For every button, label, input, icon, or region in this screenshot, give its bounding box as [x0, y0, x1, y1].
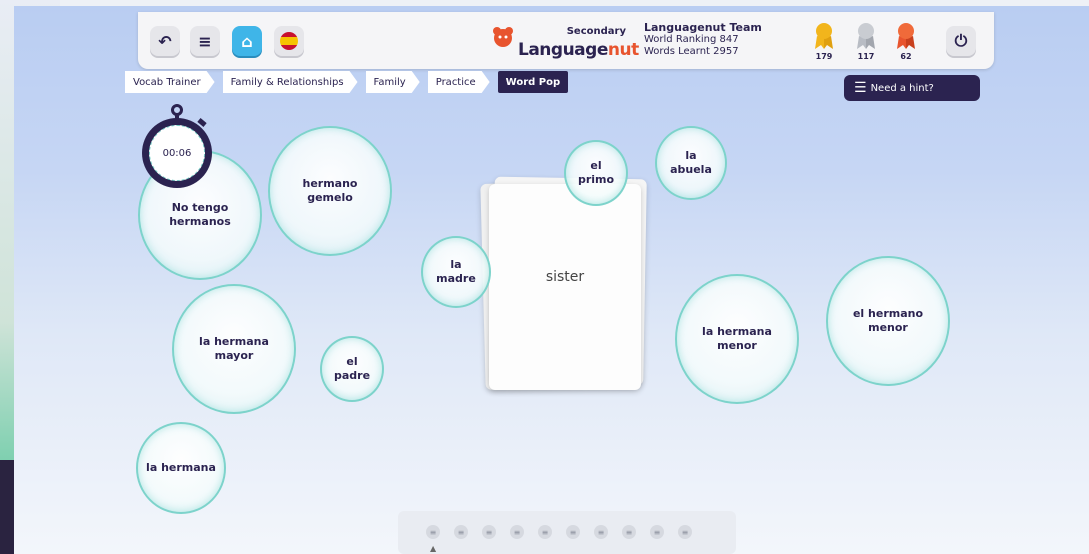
bronze-medal-count: 62 [900, 52, 912, 61]
breadcrumb-family[interactable]: Family [366, 71, 420, 93]
breadcrumb-vocab-trainer[interactable]: Vocab Trainer [125, 71, 215, 93]
undo-button[interactable]: ↶ [150, 26, 180, 56]
breadcrumb-practice[interactable]: Practice [428, 71, 490, 93]
word-bubble[interactable]: el primo [564, 140, 628, 206]
progress-dot: ≡ [650, 525, 664, 539]
power-button[interactable]: ⏻ [946, 26, 976, 56]
word-bubble[interactable]: hermano gemelo [268, 126, 392, 256]
progress-dot: ≡ [510, 525, 524, 539]
word-bubble[interactable]: la madre [421, 236, 491, 308]
breadcrumb-word-pop: Word Pop [497, 71, 569, 93]
top-bar: ↶ ≡ ⌂ Secondary Languagenut Languagenut … [138, 12, 994, 69]
bubble-label: la hermana [146, 461, 216, 474]
language-button[interactable] [274, 26, 304, 56]
bubble-label: el primo [577, 159, 615, 186]
silver-medal-count: 117 [857, 52, 875, 61]
word-bubble[interactable]: la hermana mayor [172, 284, 296, 414]
dog-mascot-icon [493, 27, 513, 47]
word-bubble[interactable]: la hermana menor [675, 274, 799, 404]
bronze-medal: 62 [890, 22, 922, 61]
bubble-label: la hermana mayor [199, 335, 269, 362]
current-marker-icon: ▲ [430, 544, 437, 553]
silver-medal: 117 [850, 22, 882, 61]
bubble-label: No tengo hermanos [169, 201, 231, 228]
progress-dot: ≡ [538, 525, 552, 539]
timer-value: 00:06 [162, 147, 192, 159]
menu-button[interactable]: ≡ [190, 26, 220, 56]
bubble-label: la hermana menor [702, 325, 772, 352]
progress-dot: ≡ [594, 525, 608, 539]
brand-subtitle: Secondary [566, 26, 626, 37]
gold-medal: 179 [808, 22, 840, 61]
silver-medal-icon [857, 23, 875, 49]
progress-dock: ≡ ≡ ≡ ≡ ≡ ≡ ≡ ≡ ≡ ≡ ▲ [398, 511, 736, 554]
timer-display: 00:06 [149, 125, 205, 181]
progress-dot: ≡ [678, 525, 692, 539]
brand-name: Languagenut [518, 40, 639, 60]
bubble-label: el hermano menor [852, 307, 924, 334]
progress-dot: ≡ [622, 525, 636, 539]
bubble-label: la madre [436, 258, 476, 285]
bronze-medal-icon [897, 23, 915, 49]
undo-icon: ↶ [158, 31, 172, 51]
progress-dot: ≡ [426, 525, 440, 539]
brand-logo: Secondary Languagenut [490, 20, 639, 60]
world-ranking: World Ranking 847 [644, 34, 739, 45]
breadcrumb: Vocab Trainer Family & Relationships Fam… [125, 71, 569, 93]
hint-button[interactable]: ☰ Need a hint? [844, 75, 980, 101]
list-icon: ☰ [854, 80, 867, 96]
bubble-label: hermano gemelo [302, 177, 358, 204]
bubble-label: la abuela [670, 149, 712, 176]
word-card: sister [489, 184, 641, 390]
team-info: Languagenut Team World Ranking 847 Words… [644, 22, 762, 58]
word-bubble[interactable]: el padre [320, 336, 384, 402]
word-card-stack: sister [480, 176, 651, 390]
word-bubble[interactable]: la hermana [136, 422, 226, 514]
menu-icon: ≡ [198, 31, 212, 51]
card-word: sister [545, 269, 585, 285]
home-icon: ⌂ [241, 31, 253, 51]
app-window: ↶ ≡ ⌂ Secondary Languagenut Languagenut … [14, 6, 1089, 554]
brand-name-accent: nut [607, 40, 639, 60]
words-learnt: Words Learnt 2957 [644, 46, 739, 57]
hint-label: Need a hint? [870, 82, 934, 94]
power-icon: ⏻ [954, 31, 968, 50]
stopwatch: 00:06 [140, 102, 216, 194]
brand-name-main: Language [518, 40, 608, 60]
team-name: Languagenut Team [644, 21, 762, 34]
progress-dot: ≡ [454, 525, 468, 539]
progress-dot: ≡ [566, 525, 580, 539]
progress-dot: ≡ [482, 525, 496, 539]
gold-medal-count: 179 [815, 52, 833, 61]
spain-flag-icon [280, 32, 298, 50]
word-bubble[interactable]: el hermano menor [826, 256, 950, 386]
breadcrumb-family-relationships[interactable]: Family & Relationships [223, 71, 358, 93]
gold-medal-icon [815, 23, 833, 49]
bubble-label: el padre [333, 355, 371, 382]
home-button[interactable]: ⌂ [232, 26, 262, 56]
word-bubble[interactable]: la abuela [655, 126, 727, 200]
